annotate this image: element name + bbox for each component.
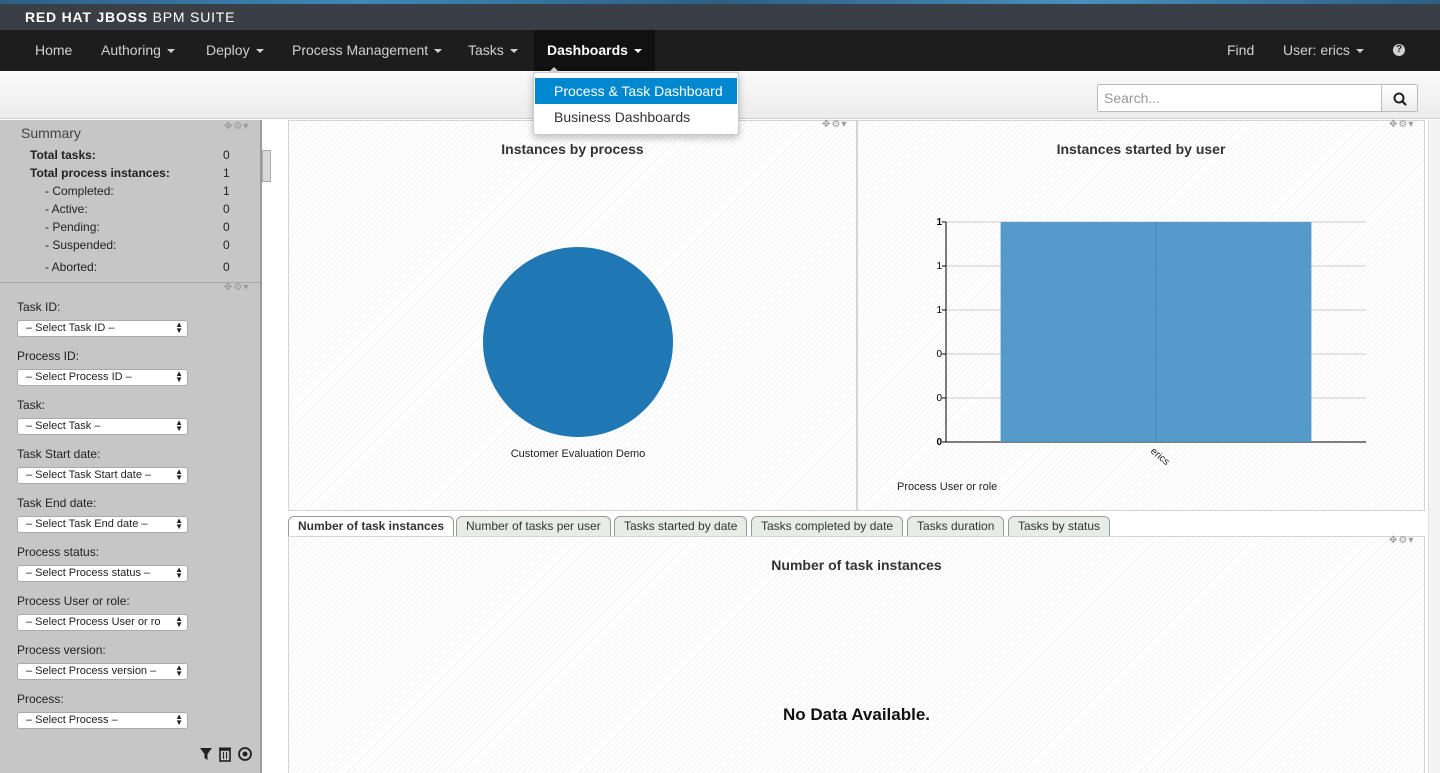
chevron-down-icon [434, 49, 443, 54]
panel-controls-icon[interactable]: ✥⚙▾ [822, 119, 856, 130]
nav-tasks[interactable]: Tasks [468, 30, 518, 71]
filter-label-process: Process: [17, 692, 64, 706]
filter-select-task-start-date[interactable]: – Select Task Start date – ▲ ▼ [17, 467, 188, 484]
nav-process-management[interactable]: Process Management [292, 30, 443, 71]
chevron-down-icon [255, 49, 264, 54]
pie-slice [483, 247, 673, 437]
summary-label-total-process-instances: Total process instances: [30, 166, 170, 180]
tab-number-of-task-instances[interactable]: Number of task instances [288, 516, 455, 537]
tab-tasks-by-status[interactable]: Tasks by status [1008, 516, 1111, 536]
tab-number-of-tasks-per-user[interactable]: Number of tasks per user [456, 516, 611, 536]
nav-home[interactable]: Home [35, 30, 72, 71]
panel-controls-icon[interactable]: ✥⚙▾ [1389, 535, 1423, 546]
menu-item-process-task-dashboard[interactable]: Process & Task Dashboard [535, 78, 737, 104]
filter-label-task-id: Task ID: [17, 300, 61, 314]
chart-panel-number-of-task-instances: Number of task instances No Data Availab… [288, 536, 1425, 773]
filter-select-process-id[interactable]: – Select Process ID – ▲ ▼ [17, 369, 188, 386]
summary-title: Summary [21, 125, 81, 141]
menu-item-business-dashboards[interactable]: Business Dashboards [535, 104, 737, 130]
y-tick-label: 1 [936, 261, 942, 272]
chevron-down-icon [1355, 49, 1364, 54]
search-input[interactable] [1097, 84, 1382, 112]
summary-value-total-tasks: 0 [223, 148, 230, 162]
brand-bar: RED HAT JBOSS BPM SUITE [0, 4, 1440, 30]
filter-select-process-status[interactable]: – Select Process status – ▲ ▼ [17, 565, 188, 582]
tab-tasks-completed-by-date[interactable]: Tasks completed by date [751, 516, 904, 536]
chart-panel-instances-by-process: Instances by process Customer Evaluation… [288, 120, 857, 511]
filter-label-task: Task: [17, 398, 46, 412]
tab-tasks-duration[interactable]: Tasks duration [907, 516, 1005, 536]
filter-select-process-user-or-role[interactable]: – Select Process User or ro ▲ ▼ [17, 614, 188, 631]
chevron-down-icon [633, 49, 642, 54]
trash-icon[interactable] [219, 747, 231, 762]
help-icon[interactable]: ? [1393, 44, 1405, 56]
y-tick-label: 0 [936, 437, 942, 448]
sidebar-splitter-handle[interactable] [262, 150, 271, 182]
summary-label-pending: - Pending: [45, 220, 100, 234]
filter-label-process-version: Process version: [17, 643, 106, 657]
summary-label-aborted: - Aborted: [45, 260, 98, 274]
summary-value-total-process-instances: 1 [223, 166, 230, 180]
filter-label-task-start-date: Task Start date: [17, 447, 101, 461]
vertical-scrollbar[interactable] [1428, 120, 1440, 773]
chart-title-number-of-task-instances: Number of task instances [771, 557, 942, 573]
chevron-down-icon [509, 49, 518, 54]
filter-select-process[interactable]: – Select Process – ▲ ▼ [17, 712, 188, 729]
x-axis-label: Process User or role [897, 481, 997, 493]
pie-chart: Customer Evaluation Demo [483, 247, 673, 460]
summary-label-total-tasks: Total tasks: [30, 148, 96, 162]
filter-select-task-id[interactable]: – Select Task ID – ▲ ▼ [17, 320, 188, 337]
summary-value-pending: 0 [223, 220, 230, 234]
chart-panel-instances-started-by-user: Instances started by user 0 0 0 1 1 1 erics Pro… [857, 120, 1425, 511]
summary-value-suspended: 0 [223, 238, 230, 252]
summary-value-completed: 1 [223, 184, 230, 198]
pie-slice-label: Customer Evaluation Demo [511, 448, 646, 460]
filter-select-process-version[interactable]: – Select Process version – ▲ ▼ [17, 663, 188, 680]
summary-label-active: - Active: [45, 202, 88, 216]
filter-label-process-user-or-role: Process User or role: [17, 594, 130, 608]
y-tick-label: 1 [936, 305, 942, 316]
search-icon [1393, 92, 1407, 106]
nav-authoring[interactable]: Authoring [101, 30, 175, 71]
summary-label-completed: - Completed: [45, 184, 114, 198]
filter-label-process-status: Process status: [17, 545, 100, 559]
panel-controls-icon[interactable]: ✥⚙▾ [1389, 119, 1423, 130]
y-tick-label: 1 [936, 217, 942, 228]
filter-icon[interactable] [200, 748, 212, 760]
refresh-icon[interactable] [238, 747, 252, 761]
y-tick-label: 0 [936, 393, 942, 404]
filter-actions [200, 747, 252, 762]
main-navbar: Home Authoring Deploy Process Management… [0, 30, 1440, 71]
nav-find[interactable]: Find [1227, 30, 1254, 71]
tab-tasks-started-by-date[interactable]: Tasks started by date [614, 516, 748, 536]
summary-value-aborted: 0 [223, 260, 230, 274]
search-button[interactable] [1381, 84, 1418, 112]
nav-dashboards[interactable]: Dashboards [534, 30, 655, 71]
nav-deploy[interactable]: Deploy [206, 30, 264, 71]
x-tick-label: erics [1148, 446, 1171, 468]
y-tick-label: 0 [936, 349, 942, 360]
nav-user-menu[interactable]: User: erics [1283, 30, 1364, 71]
filter-select-task[interactable]: – Select Task – ▲ ▼ [17, 418, 188, 435]
dashboards-dropdown-menu: Process & Task Dashboard Business Dashbo… [533, 67, 739, 135]
filter-label-process-id: Process ID: [17, 349, 80, 363]
chevron-down-icon [166, 49, 175, 54]
sidebar: Summary ✥⚙▾ Total tasks: 0 Total process… [0, 120, 262, 773]
divider [0, 282, 260, 283]
panel-controls-icon[interactable]: ✥⚙▾ [224, 121, 258, 132]
no-data-message: No Data Available. [782, 705, 931, 724]
brand-logo: RED HAT JBOSS BPM SUITE [25, 9, 236, 25]
summary-value-active: 0 [223, 202, 230, 216]
bar-chart: 0 0 0 1 1 1 erics Process User or role [897, 217, 1366, 493]
panel-controls-icon[interactable]: ✥⚙▾ [224, 282, 258, 293]
filter-select-task-end-date[interactable]: – Select Task End date – ▲ ▼ [17, 516, 188, 533]
filter-label-task-end-date: Task End date: [17, 496, 97, 510]
summary-label-suspended: - Suspended: [45, 238, 117, 252]
